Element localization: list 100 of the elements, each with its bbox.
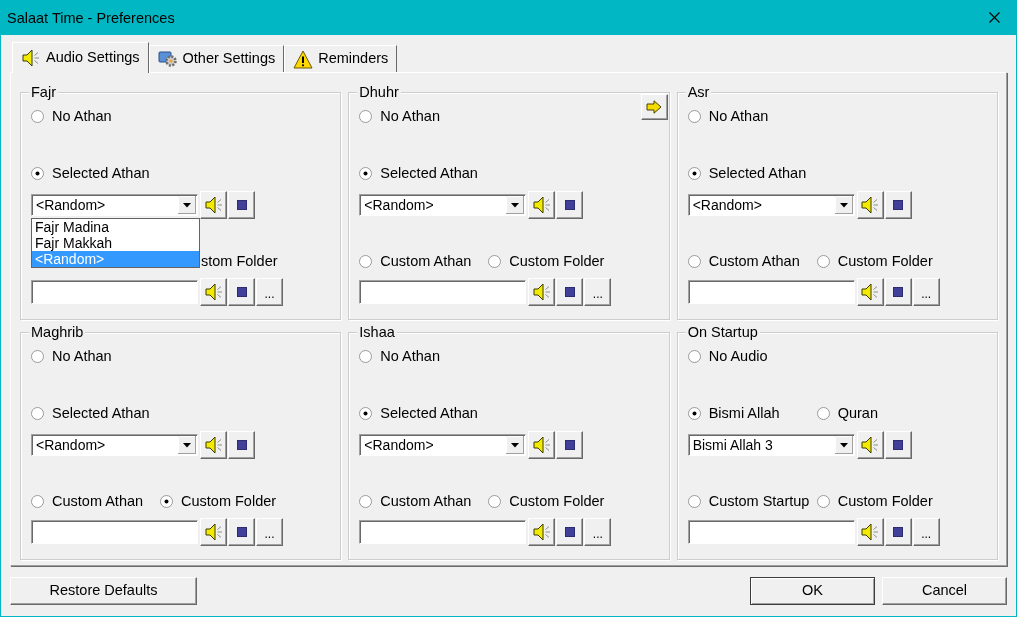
- play-button[interactable]: [528, 518, 556, 546]
- radio-button[interactable]: Selected Athan: [359, 164, 489, 182]
- radio-button[interactable]: Selected Athan: [31, 404, 160, 422]
- radio-button[interactable]: No Athan: [31, 107, 160, 125]
- combo-box[interactable]: <Random>: [31, 194, 198, 216]
- caret-icon: [834, 436, 853, 454]
- radio-button[interactable]: Selected Athan: [31, 164, 160, 182]
- browse-button[interactable]: ...: [256, 518, 283, 546]
- path-input-field[interactable]: [359, 520, 527, 544]
- dialog-button[interactable]: OK: [750, 577, 875, 605]
- radio-button[interactable]: No Athan: [687, 107, 817, 125]
- combo-box[interactable]: <Random>: [359, 194, 527, 216]
- group-title: Asr: [685, 84, 712, 100]
- path-input-field[interactable]: [687, 520, 855, 544]
- radio-button[interactable]: No Athan: [359, 347, 489, 365]
- stop-button[interactable]: [228, 191, 255, 219]
- combo-box[interactable]: <Random>: [359, 434, 527, 456]
- play-button[interactable]: [200, 278, 227, 306]
- group-title: Maghrib: [29, 324, 86, 340]
- tab[interactable]: Other Settings: [148, 45, 285, 72]
- play-button[interactable]: [528, 278, 556, 306]
- dialog-button[interactable]: Cancel: [882, 577, 1007, 605]
- radio-button[interactable]: Selected Athan: [359, 404, 489, 422]
- play-button[interactable]: [528, 191, 556, 219]
- radio-button[interactable]: Custom Folder: [488, 492, 669, 510]
- stop-icon: [893, 527, 904, 537]
- radio-button[interactable]: Custom Athan: [687, 252, 817, 270]
- browse-button[interactable]: ...: [912, 278, 940, 306]
- stop-button[interactable]: [228, 518, 255, 546]
- group-title: On Startup: [685, 324, 760, 340]
- speaker-icon: [860, 195, 881, 215]
- browse-button[interactable]: ...: [584, 278, 612, 306]
- stop-icon: [236, 440, 247, 450]
- radio-button[interactable]: Quran: [816, 404, 997, 422]
- radio-button[interactable]: Custom Athan: [31, 492, 160, 510]
- radio-button[interactable]: Custom Folder: [160, 492, 341, 510]
- browse-button[interactable]: ...: [912, 518, 940, 546]
- combo-box[interactable]: <Random>: [687, 194, 855, 216]
- dialog-button[interactable]: Restore Defaults: [10, 577, 197, 605]
- radio-button[interactable]: Custom Folder: [816, 252, 997, 270]
- browse-button[interactable]: ...: [256, 278, 283, 306]
- tab[interactable]: Audio Settings: [12, 42, 149, 73]
- stop-icon: [564, 527, 575, 537]
- tab[interactable]: Reminders: [284, 45, 398, 72]
- radio-button[interactable]: Custom Folder: [488, 252, 669, 270]
- radio-button[interactable]: No Athan: [359, 107, 489, 125]
- speaker-icon: [203, 195, 224, 215]
- speaker-icon: [203, 435, 224, 455]
- browse-button[interactable]: ...: [584, 518, 612, 546]
- stop-icon: [236, 527, 247, 537]
- stop-button[interactable]: [556, 518, 584, 546]
- speaker-icon: [203, 282, 224, 302]
- stop-button[interactable]: [556, 278, 584, 306]
- stop-button[interactable]: [228, 431, 255, 459]
- stop-button[interactable]: [556, 191, 584, 219]
- path-input-field[interactable]: [31, 280, 198, 304]
- play-button[interactable]: [856, 431, 884, 459]
- path-input-field[interactable]: [31, 520, 198, 544]
- speaker-icon: [21, 48, 41, 68]
- stop-icon: [564, 200, 575, 210]
- caret-icon: [834, 196, 853, 214]
- path-input-field[interactable]: [359, 280, 527, 304]
- close-icon: [988, 12, 1000, 23]
- radio-button[interactable]: Custom Athan: [359, 252, 489, 270]
- play-button[interactable]: [528, 431, 556, 459]
- stop-button[interactable]: [884, 278, 912, 306]
- combo-box[interactable]: <Random>: [31, 434, 198, 456]
- radio-button[interactable]: Custom Athan: [359, 492, 489, 510]
- group-title: Fajr: [29, 84, 58, 100]
- stop-button[interactable]: [884, 431, 912, 459]
- radio-button[interactable]: Custom Startup: [687, 492, 817, 510]
- radio-button[interactable]: No Athan: [31, 347, 160, 365]
- play-button[interactable]: [856, 191, 884, 219]
- speaker-icon: [531, 282, 552, 302]
- play-button[interactable]: [200, 431, 227, 459]
- play-button[interactable]: [200, 518, 227, 546]
- gear-icon: [157, 49, 178, 69]
- caret-icon: [178, 196, 196, 214]
- warning-icon: [293, 49, 314, 69]
- radio-button[interactable]: Selected Athan: [687, 164, 817, 182]
- radio-button[interactable]: Custom Folder: [816, 492, 997, 510]
- play-button[interactable]: [856, 518, 884, 546]
- combo-box[interactable]: Bismi Allah 3: [687, 434, 855, 456]
- speaker-icon: [531, 522, 552, 542]
- radio-button[interactable]: Bismi Allah: [687, 404, 817, 422]
- stop-icon: [236, 200, 247, 210]
- stop-button[interactable]: [228, 278, 255, 306]
- path-input-field[interactable]: [687, 280, 855, 304]
- group-title: Dhuhr: [357, 84, 401, 100]
- stop-icon: [893, 200, 904, 210]
- play-button[interactable]: [200, 191, 227, 219]
- arrow-button[interactable]: [640, 94, 668, 120]
- caret-icon: [506, 436, 525, 454]
- speaker-icon: [203, 522, 224, 542]
- stop-button[interactable]: [884, 518, 912, 546]
- radio-button[interactable]: No Audio: [687, 347, 817, 365]
- caret-icon: [178, 436, 196, 454]
- stop-button[interactable]: [884, 191, 912, 219]
- play-button[interactable]: [856, 278, 884, 306]
- stop-button[interactable]: [556, 431, 584, 459]
